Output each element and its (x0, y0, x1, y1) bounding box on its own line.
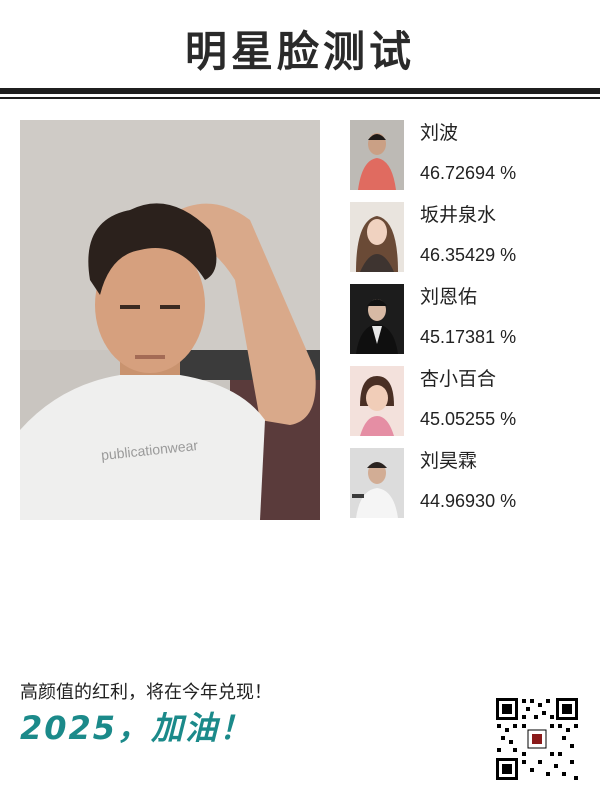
match-item: 刘恩佑 45.17381 % (350, 284, 580, 366)
match-thumbnail (350, 284, 404, 354)
qr-code-icon (494, 696, 580, 782)
match-item: 坂井泉水 46.35429 % (350, 202, 580, 284)
uploaded-photo: publicationwear (20, 120, 320, 520)
match-name: 刘波 (420, 122, 459, 144)
match-thumbnail (350, 448, 404, 518)
slogan: 2025，加油！ (20, 709, 254, 747)
match-name: 坂井泉水 (420, 204, 497, 226)
match-name: 刘恩佑 (420, 286, 478, 308)
match-name: 杏小百合 (420, 368, 497, 390)
match-thumbnail (350, 202, 404, 272)
match-score: 45.17381 % (420, 327, 517, 347)
title-divider-thick (0, 88, 600, 94)
match-thumbnail (350, 120, 404, 190)
result-page: 明星脸测试 publicationwear 刘波 46.72694 % 坂井泉水… (0, 0, 600, 800)
match-item: 杏小百合 45.05255 % (350, 366, 580, 448)
match-item: 刘昊霖 44.96930 % (350, 448, 580, 530)
match-name: 刘昊霖 (420, 450, 478, 472)
match-score: 44.96930 % (420, 491, 517, 511)
match-item: 刘波 46.72694 % (350, 120, 580, 202)
match-score: 46.35429 % (420, 245, 517, 265)
page-title: 明星脸测试 (184, 27, 415, 76)
match-score: 45.05255 % (420, 409, 517, 429)
match-list: 刘波 46.72694 % 坂井泉水 46.35429 % 刘恩佑 45.173… (350, 120, 580, 530)
match-score: 46.72694 % (420, 163, 517, 183)
tagline: 高颜值的红利，将在今年兑现！ (20, 682, 272, 703)
title-divider-thin (0, 97, 600, 99)
match-thumbnail (350, 366, 404, 436)
